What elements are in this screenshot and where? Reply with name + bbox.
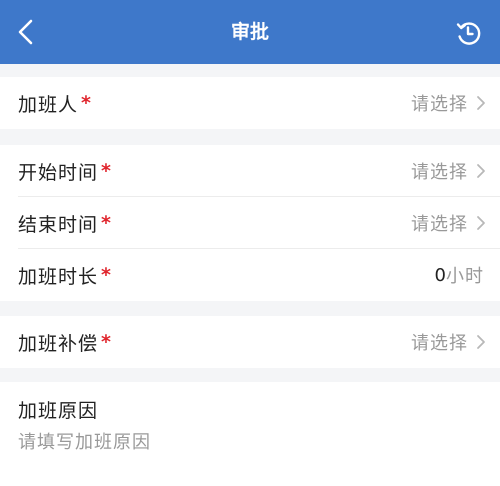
history-clock-icon bbox=[456, 22, 481, 45]
required-mark: * bbox=[101, 264, 111, 286]
end-time-label: 结束时间 bbox=[18, 213, 99, 236]
compensation-row[interactable]: 加班补偿 * 请选择 bbox=[0, 316, 500, 368]
end-time-row[interactable]: 结束时间 * 请选择 bbox=[0, 197, 500, 249]
required-mark: * bbox=[101, 212, 111, 234]
start-time-placeholder: 请选择 bbox=[411, 162, 468, 183]
card-time: 开始时间 * 请选择 结束时间 * 请选择 加班时长 * 0 小时 bbox=[0, 145, 500, 301]
chevron-right-icon bbox=[474, 213, 488, 233]
required-mark: * bbox=[101, 331, 111, 353]
compensation-placeholder: 请选择 bbox=[411, 333, 468, 354]
overtime-person-placeholder: 请选择 bbox=[411, 94, 468, 115]
card-overtime-person: 加班人 * 请选择 bbox=[0, 77, 500, 129]
card-compensation: 加班补偿 * 请选择 bbox=[0, 316, 500, 368]
duration-row: 加班时长 * 0 小时 bbox=[0, 249, 500, 301]
chevron-right-icon bbox=[474, 332, 488, 352]
required-mark: * bbox=[101, 160, 111, 182]
duration-unit: 小时 bbox=[446, 266, 484, 287]
required-mark: * bbox=[81, 92, 91, 114]
overtime-person-row[interactable]: 加班人 * 请选择 bbox=[0, 77, 500, 129]
card-reason: 加班原因 bbox=[0, 382, 500, 486]
end-time-placeholder: 请选择 bbox=[411, 214, 468, 235]
duration-label: 加班时长 bbox=[18, 265, 99, 288]
app-header: 审批 bbox=[0, 0, 500, 64]
start-time-label: 开始时间 bbox=[18, 161, 99, 184]
chevron-right-icon bbox=[474, 93, 488, 113]
start-time-row[interactable]: 开始时间 * 请选择 bbox=[0, 145, 500, 197]
chevron-right-icon bbox=[474, 161, 488, 181]
compensation-label: 加班补偿 bbox=[18, 332, 99, 355]
duration-value: 0 bbox=[434, 264, 446, 286]
reason-label: 加班原因 bbox=[18, 400, 99, 422]
overtime-person-label: 加班人 bbox=[18, 93, 79, 116]
history-button[interactable] bbox=[454, 18, 484, 48]
page-title: 审批 bbox=[230, 21, 269, 43]
reason-input[interactable] bbox=[18, 432, 478, 453]
